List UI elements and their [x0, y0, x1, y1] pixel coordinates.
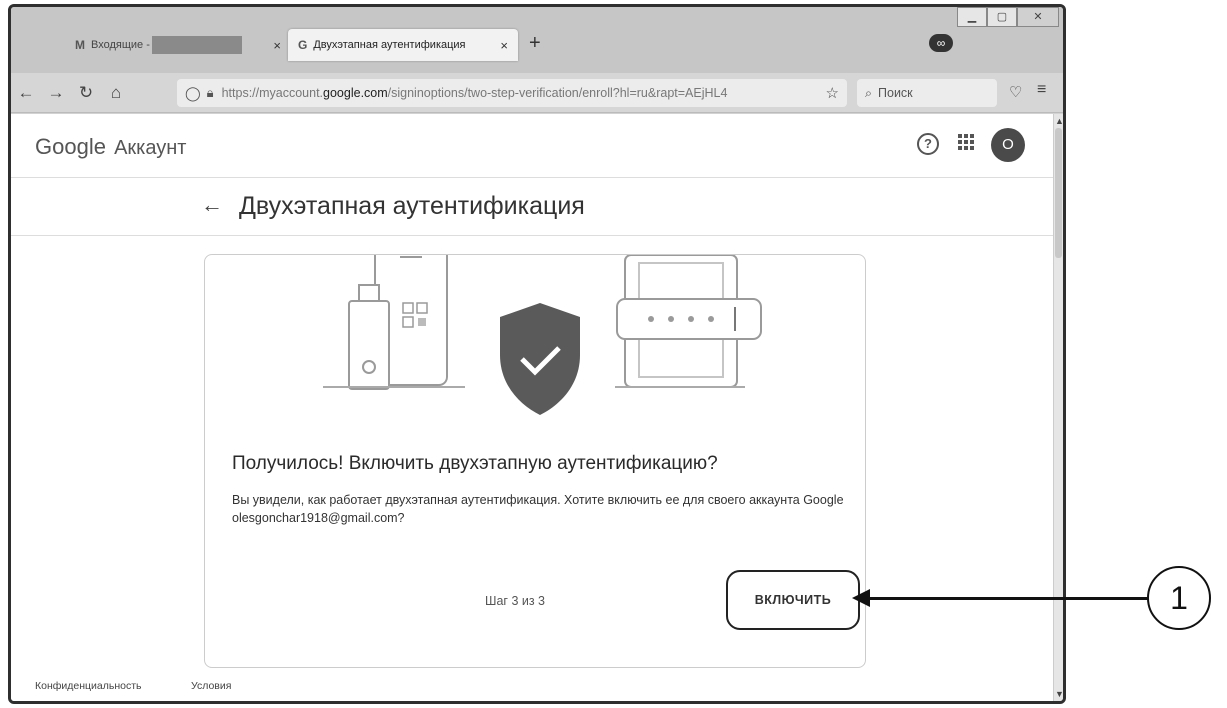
footer: Конфиденциальность Условия [11, 674, 1053, 701]
url-prefix: https://myaccount. [221, 86, 324, 100]
url-suffix: /signinoptions/two-step-verification/enr… [387, 86, 728, 100]
enable-card: Получилось! Включить двухэтапную аутенти… [204, 254, 866, 668]
bookmark-star-icon[interactable]: ☆ [826, 84, 839, 102]
menu-icon[interactable]: ≡ [1037, 81, 1046, 99]
help-icon[interactable]: ? [917, 133, 939, 155]
scroll-down-icon[interactable]: ▼ [1055, 689, 1063, 699]
gmail-icon: M [75, 38, 85, 52]
tab-two-step[interactable]: G Двухэтапная аутентификация × [288, 29, 518, 61]
scroll-up-icon[interactable]: ▲ [1055, 116, 1063, 126]
page-content: Google Аккаунт ? O ← Двухэтапная аутенти… [11, 114, 1053, 701]
close-tab-icon[interactable]: × [273, 38, 281, 53]
tab-label: Входящие - [91, 39, 150, 51]
home-icon[interactable]: ⌂ [101, 83, 131, 103]
google-header: Google Аккаунт ? O [11, 114, 1053, 178]
product-name: Аккаунт [114, 137, 187, 159]
annotation-line [866, 597, 1149, 600]
page-title: Двухэтапная аутентификация [239, 192, 585, 220]
private-browsing-icon: ∞ [929, 34, 953, 52]
tab-inbox[interactable]: M Входящие - × [61, 29, 291, 61]
window-controls: ▁ ▢ ✕ [957, 7, 1059, 27]
annotation-marker: 1 [1147, 566, 1211, 630]
apps-grid-icon[interactable] [957, 133, 975, 156]
google-account-logo[interactable]: Google Аккаунт [35, 134, 186, 160]
url-domain: google.com [323, 86, 388, 100]
avatar[interactable]: O [991, 128, 1025, 162]
card-description: Вы увидели, как работает двухэтапная аут… [232, 493, 844, 525]
navigation-bar: ← → ↻ ⌂ ◯ 🔒︎ https://myaccount. google.co… [11, 73, 1063, 113]
vertical-scrollbar[interactable]: ▲ ▼ [1053, 114, 1063, 701]
back-icon[interactable]: ← [11, 83, 41, 103]
enable-button[interactable]: ВКЛЮЧИТЬ [726, 570, 860, 630]
search-icon: ⌕ [865, 85, 873, 100]
card-heading: Получилось! Включить двухэтапную аутенти… [232, 453, 718, 474]
search-input[interactable]: ⌕ Поиск [857, 79, 997, 107]
terms-link[interactable]: Условия [191, 680, 231, 692]
google-g-icon: G [298, 38, 308, 52]
step-indicator: Шаг 3 из 3 [485, 594, 546, 608]
redacted-block [151, 36, 242, 54]
page-title-bar: ← Двухэтапная аутентификация [11, 178, 1053, 236]
search-placeholder: Поиск [878, 86, 913, 100]
google-logo-text: Google [35, 134, 106, 159]
reload-icon[interactable]: ↻ [71, 83, 101, 103]
pocket-icon[interactable]: ♡ [1009, 83, 1022, 101]
two-step-illustration-icon [323, 255, 762, 415]
back-arrow-icon[interactable]: ← [201, 192, 223, 218]
tab-label: Двухэтапная аутентификация [313, 39, 466, 51]
forward-icon[interactable]: → [41, 83, 71, 103]
tracking-shield-icon[interactable]: ◯ [185, 85, 201, 102]
new-tab-button[interactable]: + [529, 32, 541, 55]
scrollbar-thumb[interactable] [1055, 128, 1062, 258]
address-bar[interactable]: ◯ 🔒︎ https://myaccount. google.com/signin… [177, 79, 847, 107]
maximize-icon[interactable]: ▢ [987, 7, 1017, 27]
close-window-icon[interactable]: ✕ [1017, 7, 1059, 27]
minimize-icon[interactable]: ▁ [957, 7, 987, 27]
tab-bar: M Входящие - × G Двухэтапная аутентифика… [11, 7, 1063, 73]
lock-icon[interactable]: 🔒︎ [207, 85, 214, 101]
close-tab-icon[interactable]: × [500, 38, 508, 53]
privacy-link[interactable]: Конфиденциальность [35, 680, 142, 692]
